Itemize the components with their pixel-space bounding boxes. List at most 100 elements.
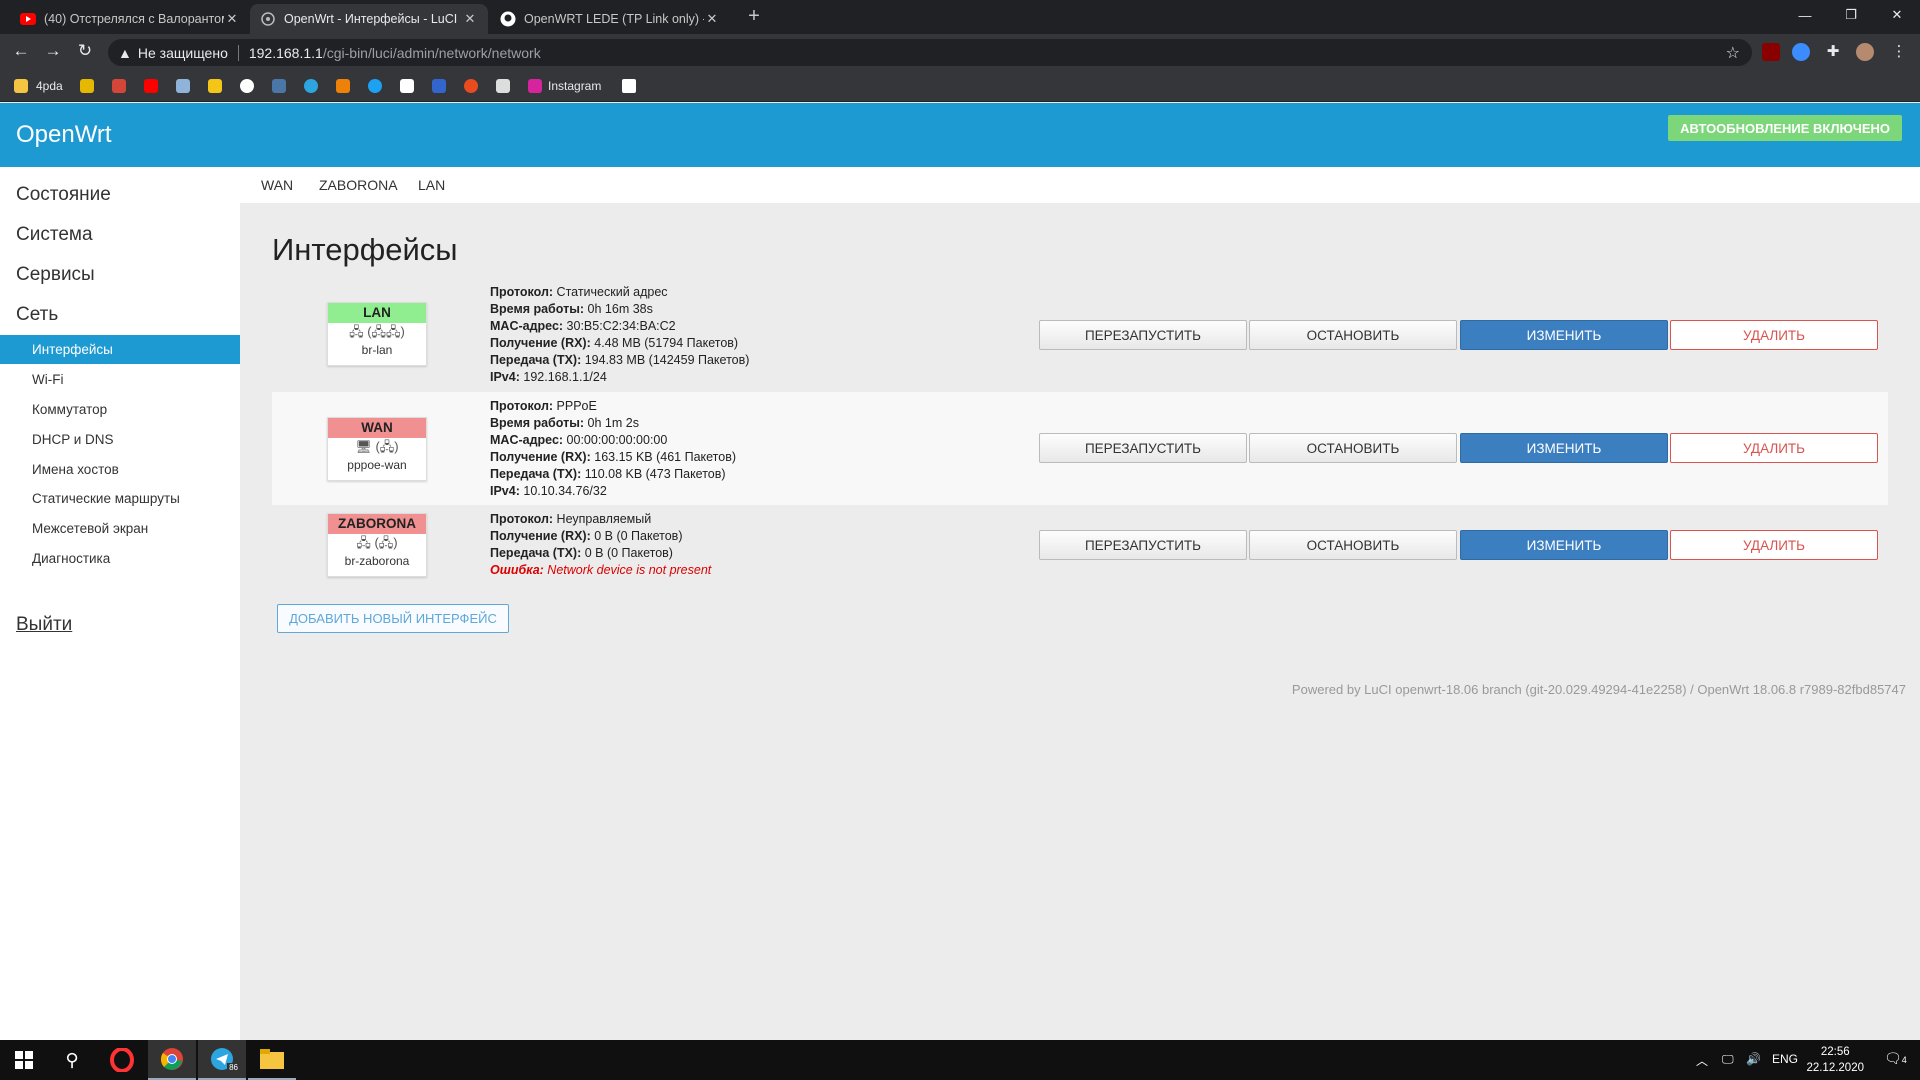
bookmark-emblem[interactable] [464, 78, 478, 94]
windows-start-icon[interactable] [0, 1040, 48, 1080]
file-explorer-icon[interactable] [248, 1040, 296, 1080]
bookmark-pen[interactable] [496, 78, 510, 94]
menu-status[interactable]: Состояние [16, 184, 111, 206]
close-tab-icon[interactable]: ✕ [224, 11, 240, 27]
bookmark-instagram[interactable]: Instagram [528, 78, 601, 94]
bookmark-4pda[interactable]: 4pda [14, 78, 63, 94]
bookmark-ok[interactable] [336, 78, 350, 94]
delete-button[interactable]: УДАЛИТЬ [1670, 433, 1878, 463]
restart-button[interactable]: ПЕРЕЗАПУСТИТЬ [1039, 433, 1247, 463]
warning-icon[interactable]: ▲ [118, 45, 132, 61]
sidebar-item-switch[interactable]: Коммутатор [0, 395, 240, 424]
tab-zaborona[interactable]: ZABORONA [319, 177, 398, 193]
sidebar-item-diagnostics[interactable]: Диагностика [0, 544, 240, 573]
sidebar-item-hostnames[interactable]: Имена хостов [0, 455, 240, 484]
stop-button[interactable]: ОСТАНОВИТЬ [1249, 320, 1457, 350]
tray-chevron-icon[interactable]: ︿ [1696, 1052, 1708, 1069]
notifications-icon[interactable]: 🗨4 [1884, 1050, 1907, 1067]
stop-button[interactable]: ОСТАНОВИТЬ [1249, 530, 1457, 560]
twitter-icon [368, 79, 382, 93]
sidebar-item-dhcp-dns[interactable]: DHCP и DNS [0, 425, 240, 454]
security-label[interactable]: Не защищено [138, 45, 228, 61]
bookmark-star-icon[interactable]: ☆ [1726, 43, 1740, 63]
info-line: Получение (RX): 4.48 MB (51794 Пакетов) [490, 336, 739, 350]
bookmark-1[interactable] [80, 78, 94, 94]
openwrt-icon [260, 11, 276, 27]
browser-tab-youtube[interactable]: (40) Отстрелялся с Валорантом ✕ [10, 4, 250, 34]
delete-button[interactable]: УДАЛИТЬ [1670, 530, 1878, 560]
flask-icon [622, 79, 636, 93]
minimize-icon[interactable]: — [1782, 0, 1828, 30]
bookmark-vk[interactable] [272, 78, 286, 94]
new-tab-icon[interactable]: + [740, 5, 768, 28]
chrome-icon[interactable] [148, 1040, 196, 1080]
edit-button[interactable]: ИЗМЕНИТЬ [1460, 320, 1668, 350]
browser-tab-github[interactable]: OpenWRT LEDE (TP Link only) - 2 ✕ [490, 4, 730, 34]
network-icon[interactable]: 🖵 [1722, 1052, 1734, 1067]
search-icon[interactable]: ⚲ [48, 1040, 96, 1080]
forward-icon[interactable]: → [42, 41, 64, 61]
delete-button[interactable]: УДАЛИТЬ [1670, 320, 1878, 350]
address-bar[interactable]: ▲ Не защищено 192.168.1.1 /cgi-bin/luci/… [108, 39, 1752, 66]
language-indicator[interactable]: ENG [1772, 1052, 1798, 1066]
restart-button[interactable]: ПЕРЕЗАПУСТИТЬ [1039, 320, 1247, 350]
clock[interactable]: 22:56 22.12.2020 [1806, 1044, 1864, 1076]
bookmark-5[interactable] [208, 78, 222, 94]
opera-icon[interactable] [98, 1040, 146, 1080]
bookmark-6[interactable] [240, 78, 254, 94]
interface-badge[interactable]: ZABORONA 🖧 (🖧) br-zaborona [327, 513, 427, 577]
brand-logo[interactable]: OpenWrt [16, 121, 112, 149]
extensions-puzzle-icon[interactable]: ✚ [1824, 43, 1842, 61]
bookmark-re[interactable] [432, 78, 446, 94]
browser-tab-openwrt[interactable]: OpenWrt - Интерфейсы - LuCI ✕ [250, 4, 488, 34]
close-window-icon[interactable]: ✕ [1874, 0, 1920, 30]
film-icon [80, 79, 94, 93]
ublock-icon[interactable] [1762, 43, 1780, 61]
clock-time: 22:56 [1820, 1046, 1850, 1058]
tab-wan[interactable]: WAN [261, 177, 293, 193]
bookmark-flask[interactable] [622, 78, 636, 94]
add-interface-button[interactable]: ДОБАВИТЬ НОВЫЙ ИНТЕРФЕЙС [277, 604, 509, 633]
taskbar: ⚲ 86 ︿ 🖵 🔊 ENG 22:56 22.12.2020 🗨4 [0, 1040, 1920, 1080]
auto-refresh-button[interactable]: АВТООБНОВЛЕНИЕ ВКЛЮЧЕНО [1668, 115, 1902, 141]
bookmark-ycombinator[interactable] [400, 78, 414, 94]
menu-network[interactable]: Сеть [16, 304, 58, 326]
bookmark-telegram[interactable] [304, 78, 318, 94]
footer: Powered by LuCI openwrt-18.06 branch (gi… [1291, 682, 1906, 697]
bookmark-4[interactable] [176, 78, 190, 94]
menu-kebab-icon[interactable]: ⋮ [1890, 43, 1908, 61]
tab-lan[interactable]: LAN [418, 177, 445, 193]
back-icon[interactable]: ← [10, 41, 32, 61]
bookmark-label: 4pda [36, 79, 63, 93]
info-line: IPv4: 192.168.1.1/24 [490, 370, 607, 384]
edit-button[interactable]: ИЗМЕНИТЬ [1460, 530, 1668, 560]
restart-button[interactable]: ПЕРЕЗАПУСТИТЬ [1039, 530, 1247, 560]
youtube-icon [144, 79, 158, 93]
stop-button[interactable]: ОСТАНОВИТЬ [1249, 433, 1457, 463]
sidebar-item-static-routes[interactable]: Статические маршруты [0, 484, 240, 513]
logout-link[interactable]: Выйти [16, 614, 72, 636]
reload-icon[interactable]: ↻ [74, 41, 96, 61]
info-line: IPv4: 10.10.34.76/32 [490, 484, 607, 498]
menu-services[interactable]: Сервисы [16, 264, 95, 286]
bookmark-gmail[interactable] [112, 78, 126, 94]
bookmark-youtube[interactable] [144, 78, 158, 94]
restore-icon[interactable]: ❐ [1828, 0, 1874, 30]
sidebar-item-firewall[interactable]: Межсетевой экран [0, 514, 240, 543]
bookmark-label: Instagram [548, 79, 602, 93]
close-tab-icon[interactable]: ✕ [462, 11, 478, 27]
sidebar-item-wifi[interactable]: Wi-Fi [0, 365, 240, 394]
profile-avatar[interactable] [1856, 43, 1874, 61]
telegram-icon[interactable]: 86 [198, 1040, 246, 1080]
close-tab-icon[interactable]: ✕ [704, 11, 720, 27]
error-line: Ошибка: Network device is not present [490, 563, 712, 577]
info-line: MAC-адрес: 30:B5:C2:34:BA:C2 [490, 319, 676, 333]
volume-icon[interactable]: 🔊 [1746, 1052, 1761, 1066]
sidebar-item-interfaces[interactable]: Интерфейсы [0, 335, 240, 364]
interface-badge[interactable]: LAN 🖧 (🖧🖧) br-lan [327, 302, 427, 366]
interface-badge[interactable]: WAN 🖥 (🖧) pppoe-wan [327, 417, 427, 481]
extension-globe-icon[interactable] [1792, 43, 1810, 61]
menu-system[interactable]: Система [16, 224, 93, 246]
bookmark-twitter[interactable] [368, 78, 382, 94]
edit-button[interactable]: ИЗМЕНИТЬ [1460, 433, 1668, 463]
